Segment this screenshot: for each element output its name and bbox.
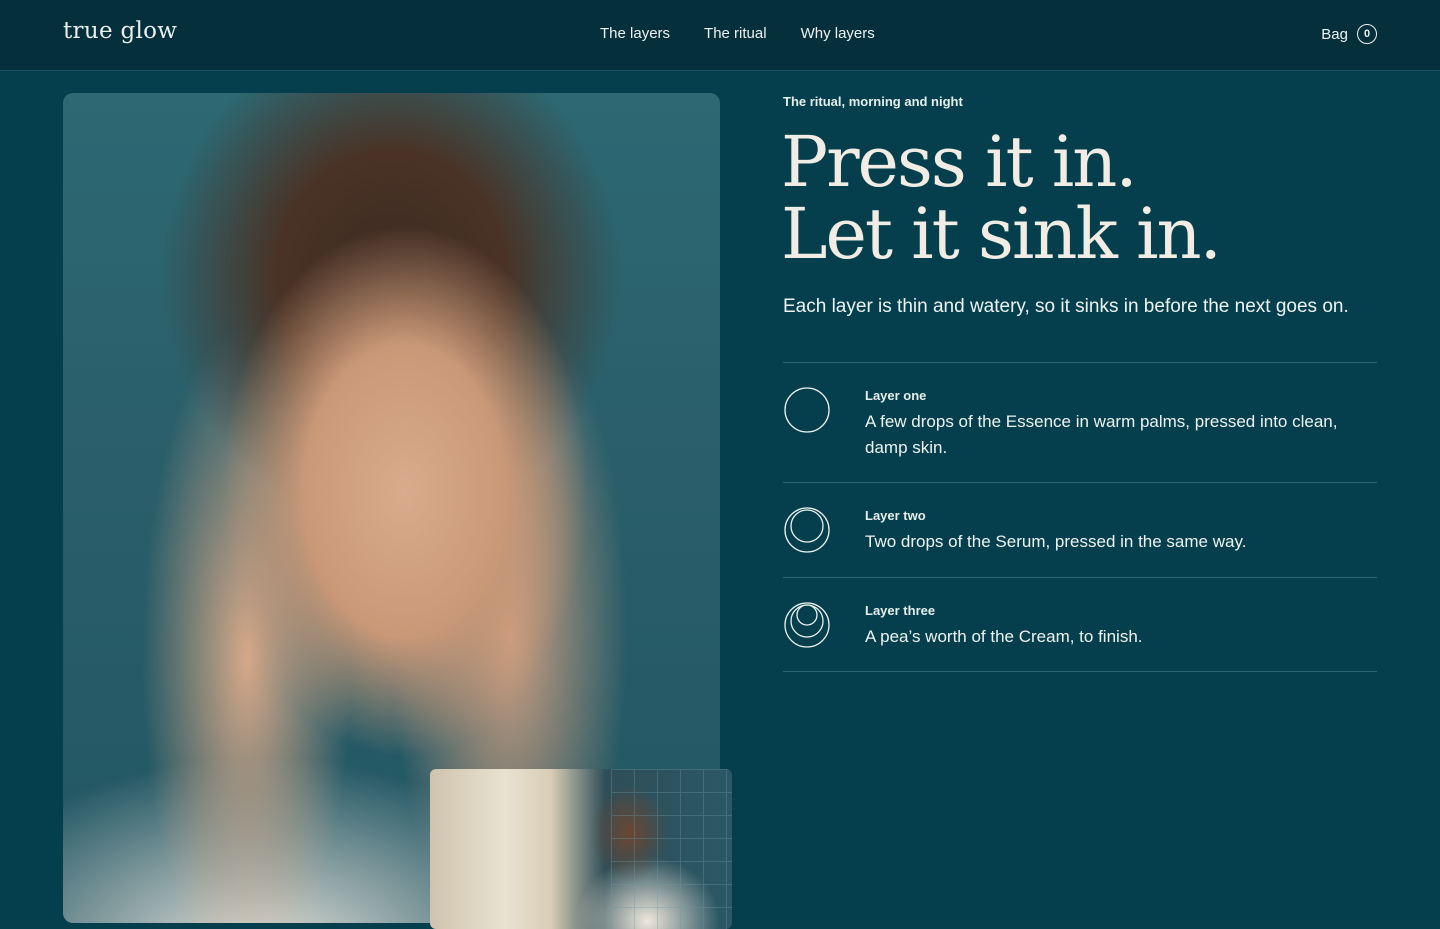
brand-logo[interactable]: true glow	[63, 18, 177, 44]
inset-photo	[430, 769, 732, 929]
layer-description: A few drops of the Essence in warm palms…	[865, 412, 1338, 457]
section-eyebrow: The ritual, morning and night	[783, 94, 963, 109]
layer-item-two: Layer two Two drops of the Serum, presse…	[783, 482, 1377, 577]
layer-name: Layer three	[865, 603, 936, 618]
nav-link-why-layers[interactable]: Why layers	[801, 25, 875, 42]
headline-line-2: Let it sink in.	[781, 193, 1222, 275]
layer-item-three: Layer three A pea’s worth of the Cream, …	[783, 577, 1377, 672]
bag-label: Bag	[1321, 25, 1348, 43]
triple-circle-icon	[783, 578, 865, 649]
double-circle-icon	[783, 483, 865, 554]
layer-description: Two drops of the Serum, pressed in the s…	[865, 532, 1247, 551]
nav-link-the-layers[interactable]: The layers	[600, 25, 670, 42]
layer-name: Layer two	[865, 508, 926, 523]
site-header: true glow The layers The ritual Why laye…	[0, 0, 1440, 71]
layer-item-one: Layer one A few drops of the Essence in …	[783, 362, 1377, 482]
layer-description: A pea’s worth of the Cream, to finish.	[865, 627, 1143, 646]
layers-list: Layer one A few drops of the Essence in …	[783, 362, 1377, 672]
bag-button[interactable]: Bag 0	[1321, 24, 1377, 44]
single-circle-icon	[783, 363, 865, 434]
hero-intro: Each layer is thin and watery, so it sin…	[783, 296, 1349, 317]
nav-link-the-ritual[interactable]: The ritual	[704, 25, 767, 42]
headline-line-1: Press it in.	[781, 121, 1138, 203]
main-nav: The layers The ritual Why layers	[600, 25, 875, 42]
hero-headline: Press it in. Let it sink in.	[781, 121, 1222, 275]
layer-name: Layer one	[865, 388, 927, 403]
bag-count-badge: 0	[1357, 24, 1377, 44]
